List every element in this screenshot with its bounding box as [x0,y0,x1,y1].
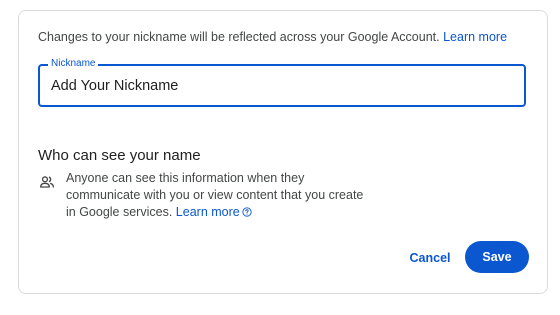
nickname-field[interactable]: Nickname [38,57,526,107]
save-button[interactable]: Save [465,241,529,273]
intro-text: Changes to your nickname will be reflect… [38,28,507,46]
help-circle-icon [242,207,252,217]
visibility-title: Who can see your name [38,147,201,164]
nickname-input[interactable] [51,66,511,105]
cancel-button[interactable]: Cancel [404,242,456,273]
intro-message: Changes to your nickname will be reflect… [38,30,440,44]
visibility-description: Anyone can see this information when the… [66,170,376,221]
nickname-dialog: Changes to your nickname will be reflect… [18,10,548,294]
people-icon [40,176,54,188]
learn-more-link[interactable]: Learn more [443,30,507,44]
visibility-learn-more-link[interactable]: Learn more [176,205,252,219]
visibility-learn-more-label: Learn more [175,205,240,219]
